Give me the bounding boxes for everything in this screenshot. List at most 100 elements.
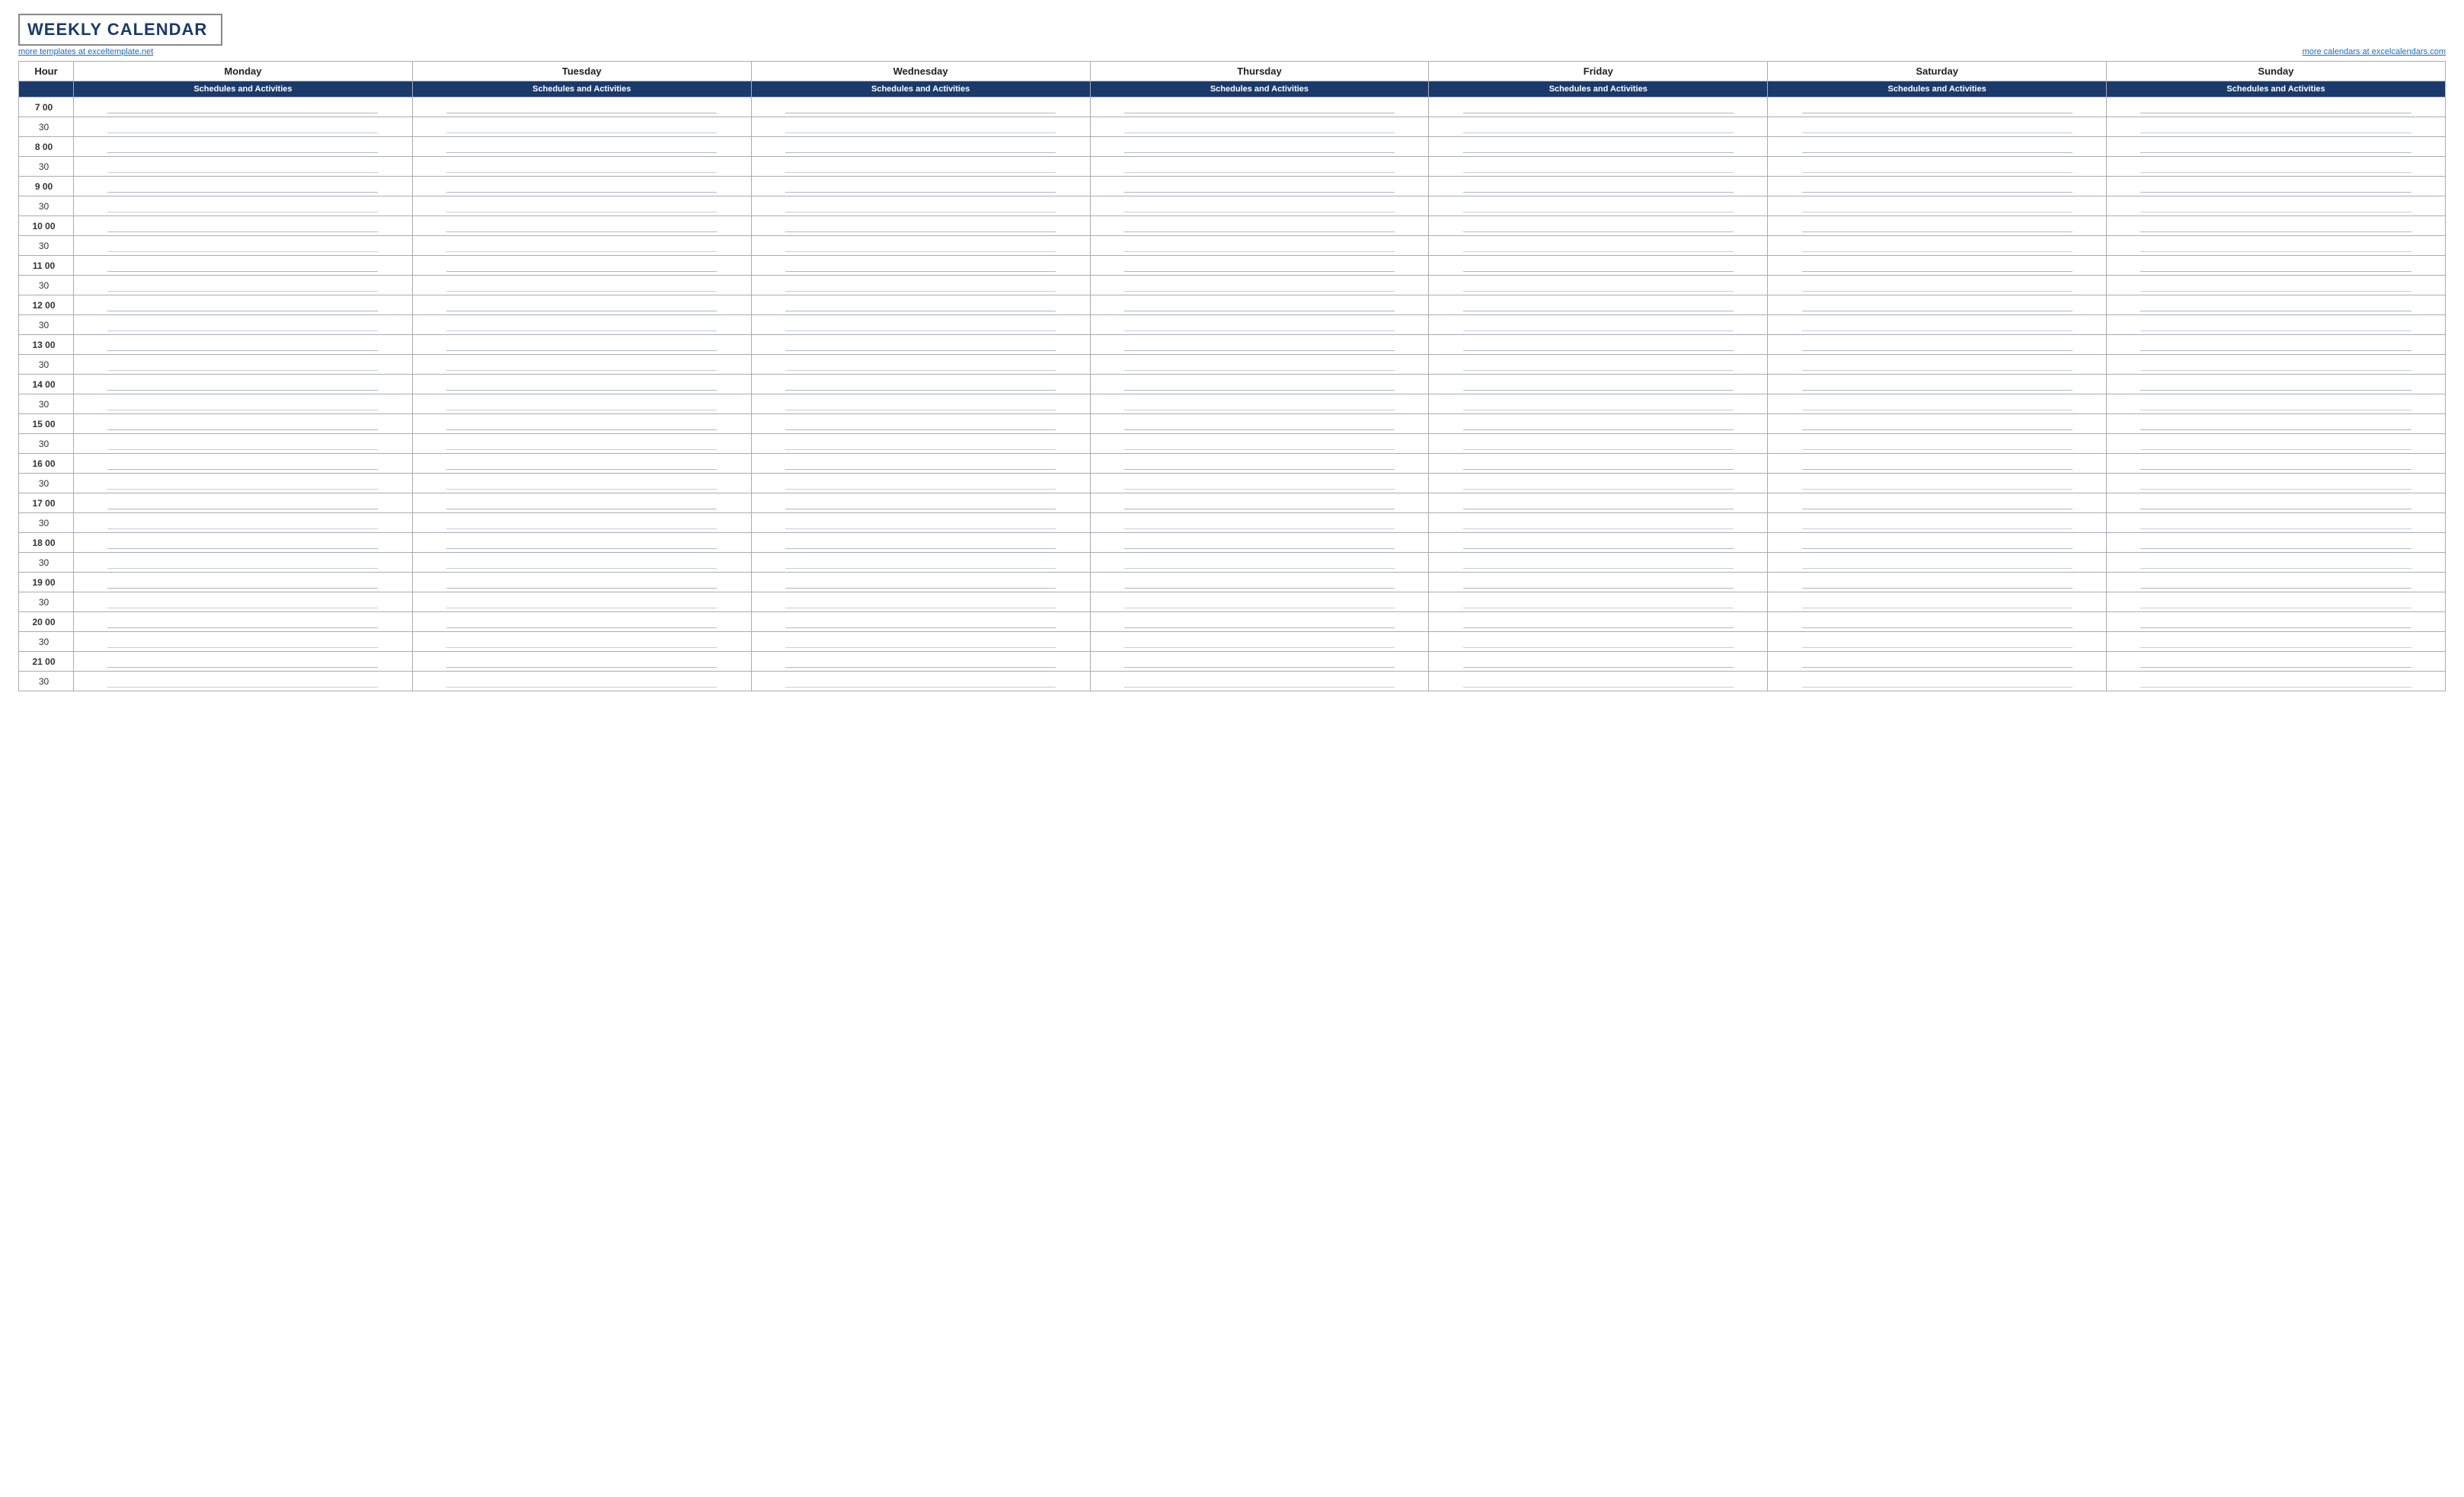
time-cell[interactable] xyxy=(74,276,413,295)
time-cell[interactable] xyxy=(2107,672,2446,691)
time-cell[interactable] xyxy=(2107,573,2446,592)
time-cell[interactable] xyxy=(1090,256,1429,276)
time-cell[interactable] xyxy=(1768,652,2107,672)
time-cell[interactable] xyxy=(74,454,413,474)
time-cell[interactable] xyxy=(1429,652,1768,672)
time-cell[interactable] xyxy=(1429,672,1768,691)
time-cell[interactable] xyxy=(1429,533,1768,553)
time-cell[interactable] xyxy=(1429,295,1768,315)
time-cell[interactable] xyxy=(412,375,751,394)
time-cell[interactable] xyxy=(1090,394,1429,414)
time-cell[interactable] xyxy=(2107,553,2446,573)
time-cell[interactable] xyxy=(751,493,1090,513)
time-cell[interactable] xyxy=(412,137,751,157)
time-cell[interactable] xyxy=(1768,474,2107,493)
time-cell[interactable] xyxy=(412,355,751,375)
time-cell[interactable] xyxy=(751,117,1090,137)
time-cell[interactable] xyxy=(2107,414,2446,434)
time-cell[interactable] xyxy=(751,632,1090,652)
time-cell[interactable] xyxy=(74,216,413,236)
time-cell[interactable] xyxy=(1768,196,2107,216)
time-cell[interactable] xyxy=(74,295,413,315)
time-cell[interactable] xyxy=(74,612,413,632)
time-cell[interactable] xyxy=(2107,493,2446,513)
time-cell[interactable] xyxy=(74,394,413,414)
time-cell[interactable] xyxy=(412,117,751,137)
time-cell[interactable] xyxy=(412,592,751,612)
time-cell[interactable] xyxy=(412,533,751,553)
time-cell[interactable] xyxy=(1090,295,1429,315)
time-cell[interactable] xyxy=(751,157,1090,177)
time-cell[interactable] xyxy=(751,513,1090,533)
time-cell[interactable] xyxy=(1768,612,2107,632)
time-cell[interactable] xyxy=(1429,474,1768,493)
time-cell[interactable] xyxy=(1768,295,2107,315)
time-cell[interactable] xyxy=(2107,157,2446,177)
time-cell[interactable] xyxy=(2107,137,2446,157)
time-cell[interactable] xyxy=(2107,454,2446,474)
time-cell[interactable] xyxy=(412,315,751,335)
time-cell[interactable] xyxy=(2107,652,2446,672)
time-cell[interactable] xyxy=(1429,394,1768,414)
time-cell[interactable] xyxy=(1429,276,1768,295)
time-cell[interactable] xyxy=(412,97,751,117)
time-cell[interactable] xyxy=(1090,672,1429,691)
time-cell[interactable] xyxy=(74,573,413,592)
time-cell[interactable] xyxy=(1429,553,1768,573)
time-cell[interactable] xyxy=(751,236,1090,256)
time-cell[interactable] xyxy=(1768,434,2107,454)
time-cell[interactable] xyxy=(1429,454,1768,474)
time-cell[interactable] xyxy=(412,612,751,632)
time-cell[interactable] xyxy=(1090,493,1429,513)
time-cell[interactable] xyxy=(751,434,1090,454)
time-cell[interactable] xyxy=(751,256,1090,276)
time-cell[interactable] xyxy=(1768,236,2107,256)
time-cell[interactable] xyxy=(1090,276,1429,295)
time-cell[interactable] xyxy=(74,315,413,335)
time-cell[interactable] xyxy=(1429,315,1768,335)
time-cell[interactable] xyxy=(1090,474,1429,493)
time-cell[interactable] xyxy=(2107,236,2446,256)
time-cell[interactable] xyxy=(751,612,1090,632)
time-cell[interactable] xyxy=(1429,632,1768,652)
time-cell[interactable] xyxy=(2107,513,2446,533)
time-cell[interactable] xyxy=(412,196,751,216)
time-cell[interactable] xyxy=(1768,137,2107,157)
time-cell[interactable] xyxy=(751,394,1090,414)
time-cell[interactable] xyxy=(1429,137,1768,157)
time-cell[interactable] xyxy=(412,513,751,533)
time-cell[interactable] xyxy=(412,632,751,652)
time-cell[interactable] xyxy=(74,97,413,117)
time-cell[interactable] xyxy=(1768,414,2107,434)
time-cell[interactable] xyxy=(1768,216,2107,236)
time-cell[interactable] xyxy=(1768,315,2107,335)
time-cell[interactable] xyxy=(412,652,751,672)
time-cell[interactable] xyxy=(1090,592,1429,612)
time-cell[interactable] xyxy=(751,414,1090,434)
time-cell[interactable] xyxy=(1090,157,1429,177)
time-cell[interactable] xyxy=(2107,434,2446,454)
time-cell[interactable] xyxy=(74,196,413,216)
time-cell[interactable] xyxy=(74,434,413,454)
time-cell[interactable] xyxy=(1090,632,1429,652)
time-cell[interactable] xyxy=(2107,394,2446,414)
time-cell[interactable] xyxy=(1090,137,1429,157)
time-cell[interactable] xyxy=(1768,573,2107,592)
time-cell[interactable] xyxy=(2107,355,2446,375)
time-cell[interactable] xyxy=(751,97,1090,117)
time-cell[interactable] xyxy=(1768,672,2107,691)
time-cell[interactable] xyxy=(74,355,413,375)
time-cell[interactable] xyxy=(74,513,413,533)
time-cell[interactable] xyxy=(1090,533,1429,553)
time-cell[interactable] xyxy=(2107,375,2446,394)
time-cell[interactable] xyxy=(1090,97,1429,117)
time-cell[interactable] xyxy=(74,137,413,157)
time-cell[interactable] xyxy=(74,375,413,394)
time-cell[interactable] xyxy=(751,177,1090,196)
time-cell[interactable] xyxy=(1429,573,1768,592)
time-cell[interactable] xyxy=(74,256,413,276)
time-cell[interactable] xyxy=(412,493,751,513)
time-cell[interactable] xyxy=(412,434,751,454)
time-cell[interactable] xyxy=(751,553,1090,573)
time-cell[interactable] xyxy=(2107,256,2446,276)
